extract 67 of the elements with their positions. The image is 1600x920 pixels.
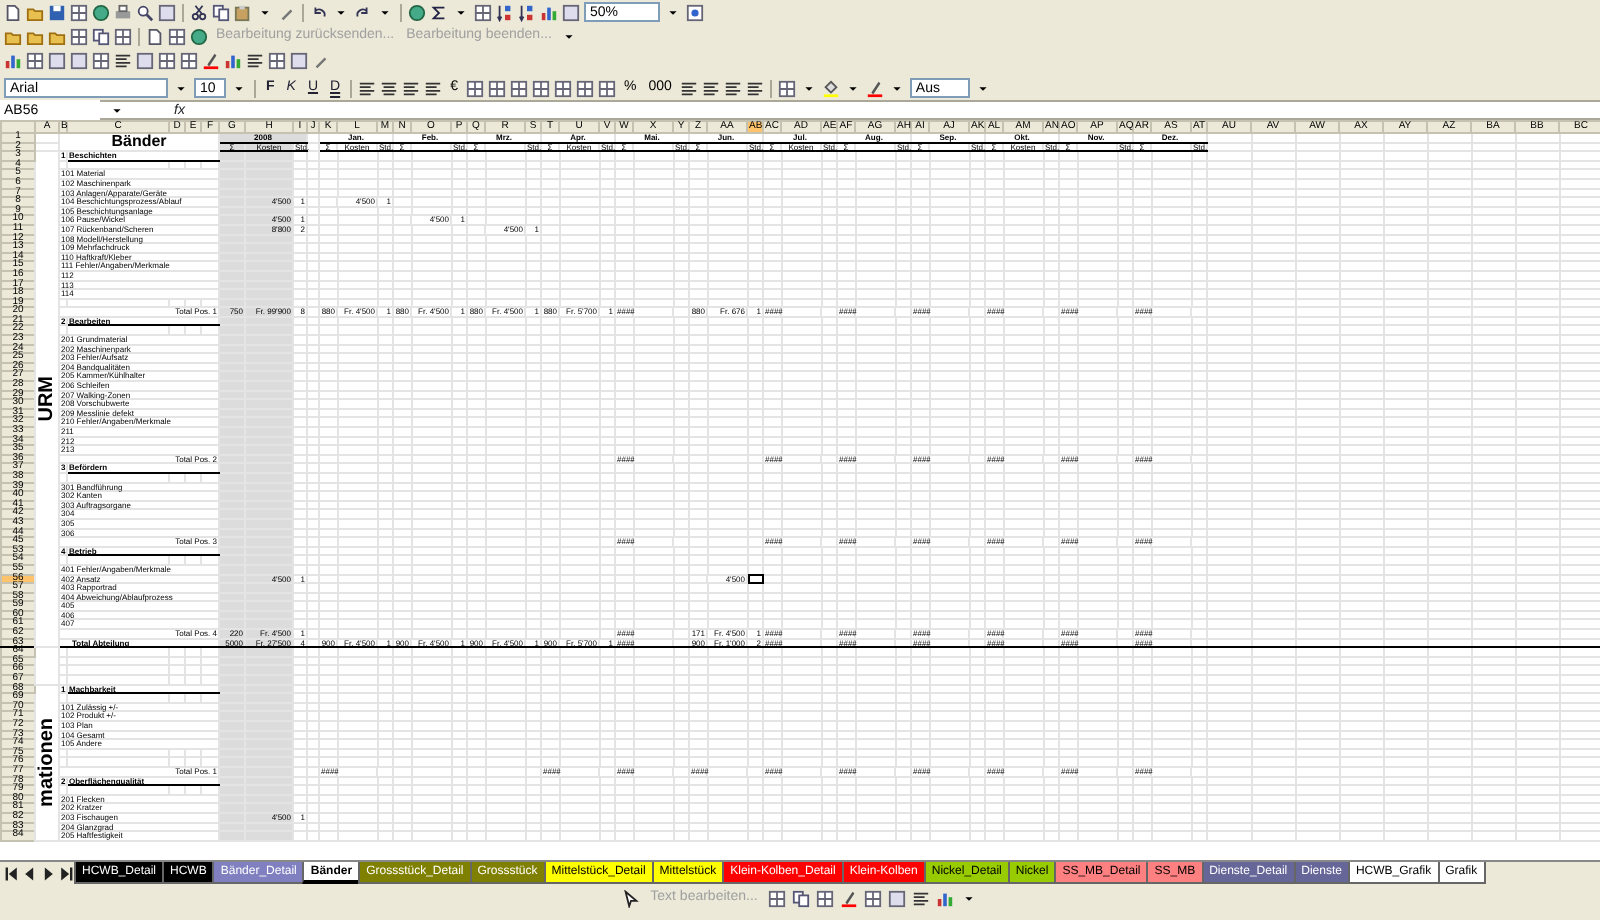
last-sheet-icon[interactable] [58, 865, 74, 881]
lines-icon[interactable] [911, 889, 930, 907]
grid-icon[interactable] [158, 51, 176, 69]
sort-ascending-icon[interactable] [496, 3, 514, 21]
grid-icon[interactable] [70, 3, 88, 21]
pen-icon[interactable] [202, 51, 220, 69]
font-color-icon[interactable] [865, 79, 884, 97]
save-icon[interactable] [48, 3, 66, 21]
align-center-icon[interactable] [380, 79, 399, 97]
grid-icon[interactable] [114, 27, 132, 45]
square-icon[interactable] [290, 51, 308, 69]
grid-icon[interactable] [575, 79, 594, 97]
grid-icon[interactable] [597, 79, 616, 97]
fill-color-icon[interactable] [821, 79, 840, 97]
grid-icon[interactable] [863, 889, 882, 907]
grid-icon[interactable] [26, 51, 44, 69]
cut-icon[interactable] [190, 3, 208, 21]
next-sheet-icon[interactable] [40, 865, 56, 881]
chart-icon[interactable] [540, 3, 558, 21]
checkbox-icon[interactable] [70, 51, 88, 69]
grid-icon[interactable] [487, 79, 506, 97]
redo-icon[interactable] [354, 3, 372, 21]
grid-icon[interactable] [180, 51, 198, 69]
square-icon[interactable] [136, 51, 154, 69]
grid-icon[interactable] [509, 79, 528, 97]
lines-icon[interactable] [701, 79, 720, 97]
square-icon[interactable] [887, 889, 906, 907]
undo-icon[interactable] [310, 3, 328, 21]
grid-icon[interactable] [70, 27, 88, 45]
lines-icon[interactable] [114, 51, 132, 69]
copy-icon[interactable] [212, 3, 230, 21]
grid-icon[interactable] [268, 51, 286, 69]
sort-descending-icon[interactable] [518, 3, 536, 21]
group-label: URM [35, 151, 59, 648]
first-sheet-icon[interactable] [4, 865, 20, 881]
pen-icon[interactable] [839, 889, 858, 907]
pointer-icon[interactable] [622, 889, 641, 907]
grid-icon[interactable] [92, 51, 110, 69]
square-icon[interactable] [48, 51, 66, 69]
justify-icon[interactable] [424, 79, 443, 97]
paste-icon[interactable] [234, 3, 252, 21]
group-label: mationen [35, 684, 59, 841]
grid-icon[interactable] [767, 889, 786, 907]
chart-icon[interactable] [4, 51, 22, 69]
lines-icon[interactable] [246, 51, 264, 69]
page-icon[interactable] [146, 27, 164, 45]
copy-icon[interactable] [791, 889, 810, 907]
grid-icon[interactable] [474, 3, 492, 21]
chart-icon[interactable] [224, 51, 242, 69]
previous-sheet-icon[interactable] [22, 865, 38, 881]
align-right-icon[interactable] [402, 79, 421, 97]
lines-icon[interactable] [745, 79, 764, 97]
border-icon[interactable] [777, 79, 796, 97]
lines-icon[interactable] [679, 79, 698, 97]
new-page-icon[interactable] [4, 3, 22, 21]
align-left-icon[interactable] [358, 79, 377, 97]
sum-icon[interactable] [430, 3, 448, 21]
printer-icon[interactable] [114, 3, 132, 21]
grid-icon[interactable] [553, 79, 572, 97]
copy-icon[interactable] [92, 27, 110, 45]
grid-icon[interactable] [168, 27, 186, 45]
grid-icon[interactable] [531, 79, 550, 97]
lines-icon[interactable] [723, 79, 742, 97]
print-preview-icon[interactable] [136, 3, 154, 21]
grid-icon[interactable] [815, 889, 834, 907]
sheet-title: Bänder [59, 133, 219, 152]
chart-icon[interactable] [935, 889, 954, 907]
